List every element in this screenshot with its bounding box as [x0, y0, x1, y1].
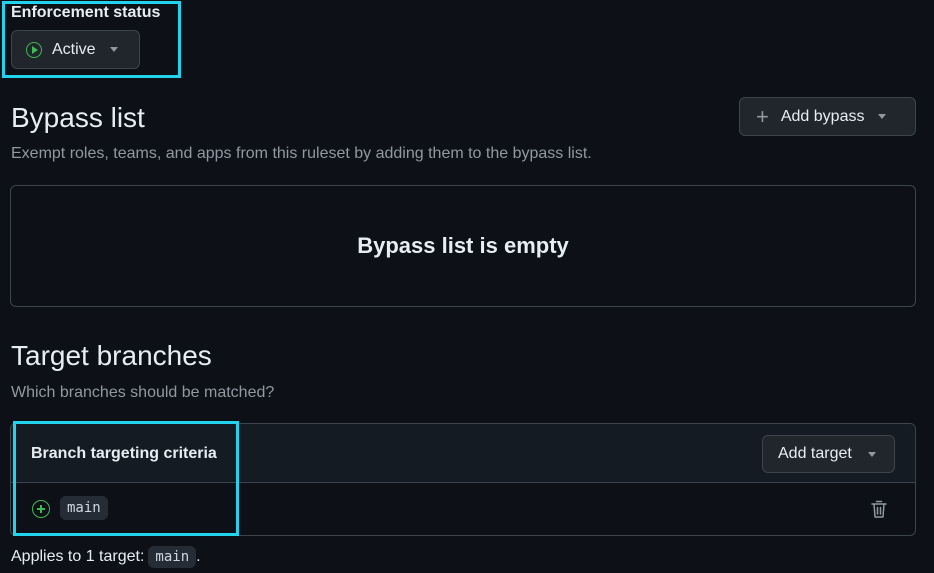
branch-targeting-header: Branch targeting criteria Add target	[11, 424, 915, 483]
applies-prefix: Applies to 1 target:	[11, 548, 145, 565]
trash-icon[interactable]	[871, 500, 887, 519]
branch-targeting-criteria-label: Branch targeting criteria	[31, 445, 217, 462]
bypass-list-box: Bypass list is empty	[10, 185, 916, 307]
applies-summary: Applies to 1 target: main .	[11, 546, 201, 568]
play-circle-icon	[26, 41, 42, 58]
plus-icon: +	[756, 103, 769, 129]
ruleset-settings-page: Enforcement status Active Bypass list Ex…	[0, 0, 934, 573]
enforcement-status-value: Active	[52, 40, 96, 58]
add-target-label: Add target	[778, 445, 852, 462]
plus-circle-icon	[32, 500, 50, 518]
chevron-down-icon	[878, 114, 887, 119]
target-branches-description: Which branches should be matched?	[11, 384, 275, 401]
target-row: main	[11, 483, 915, 535]
add-bypass-button[interactable]: + Add bypass	[739, 97, 916, 136]
add-bypass-label: Add bypass	[780, 107, 865, 125]
applies-target-chip: main	[148, 546, 197, 568]
bypass-list-title: Bypass list	[11, 102, 145, 133]
add-target-button[interactable]: Add target	[762, 435, 895, 473]
bypass-empty-message: Bypass list is empty	[357, 233, 569, 258]
branch-targeting-panel: Branch targeting criteria Add target mai…	[10, 423, 916, 536]
chevron-down-icon	[867, 451, 876, 457]
enforcement-status-dropdown[interactable]: Active	[11, 30, 140, 69]
target-pattern: main	[60, 496, 108, 520]
target-branches-title: Target branches	[11, 340, 212, 371]
enforcement-status-label: Enforcement status	[11, 4, 161, 21]
chevron-down-icon	[109, 47, 118, 52]
applies-suffix: .	[196, 548, 201, 565]
bypass-list-description: Exempt roles, teams, and apps from this …	[11, 145, 592, 162]
